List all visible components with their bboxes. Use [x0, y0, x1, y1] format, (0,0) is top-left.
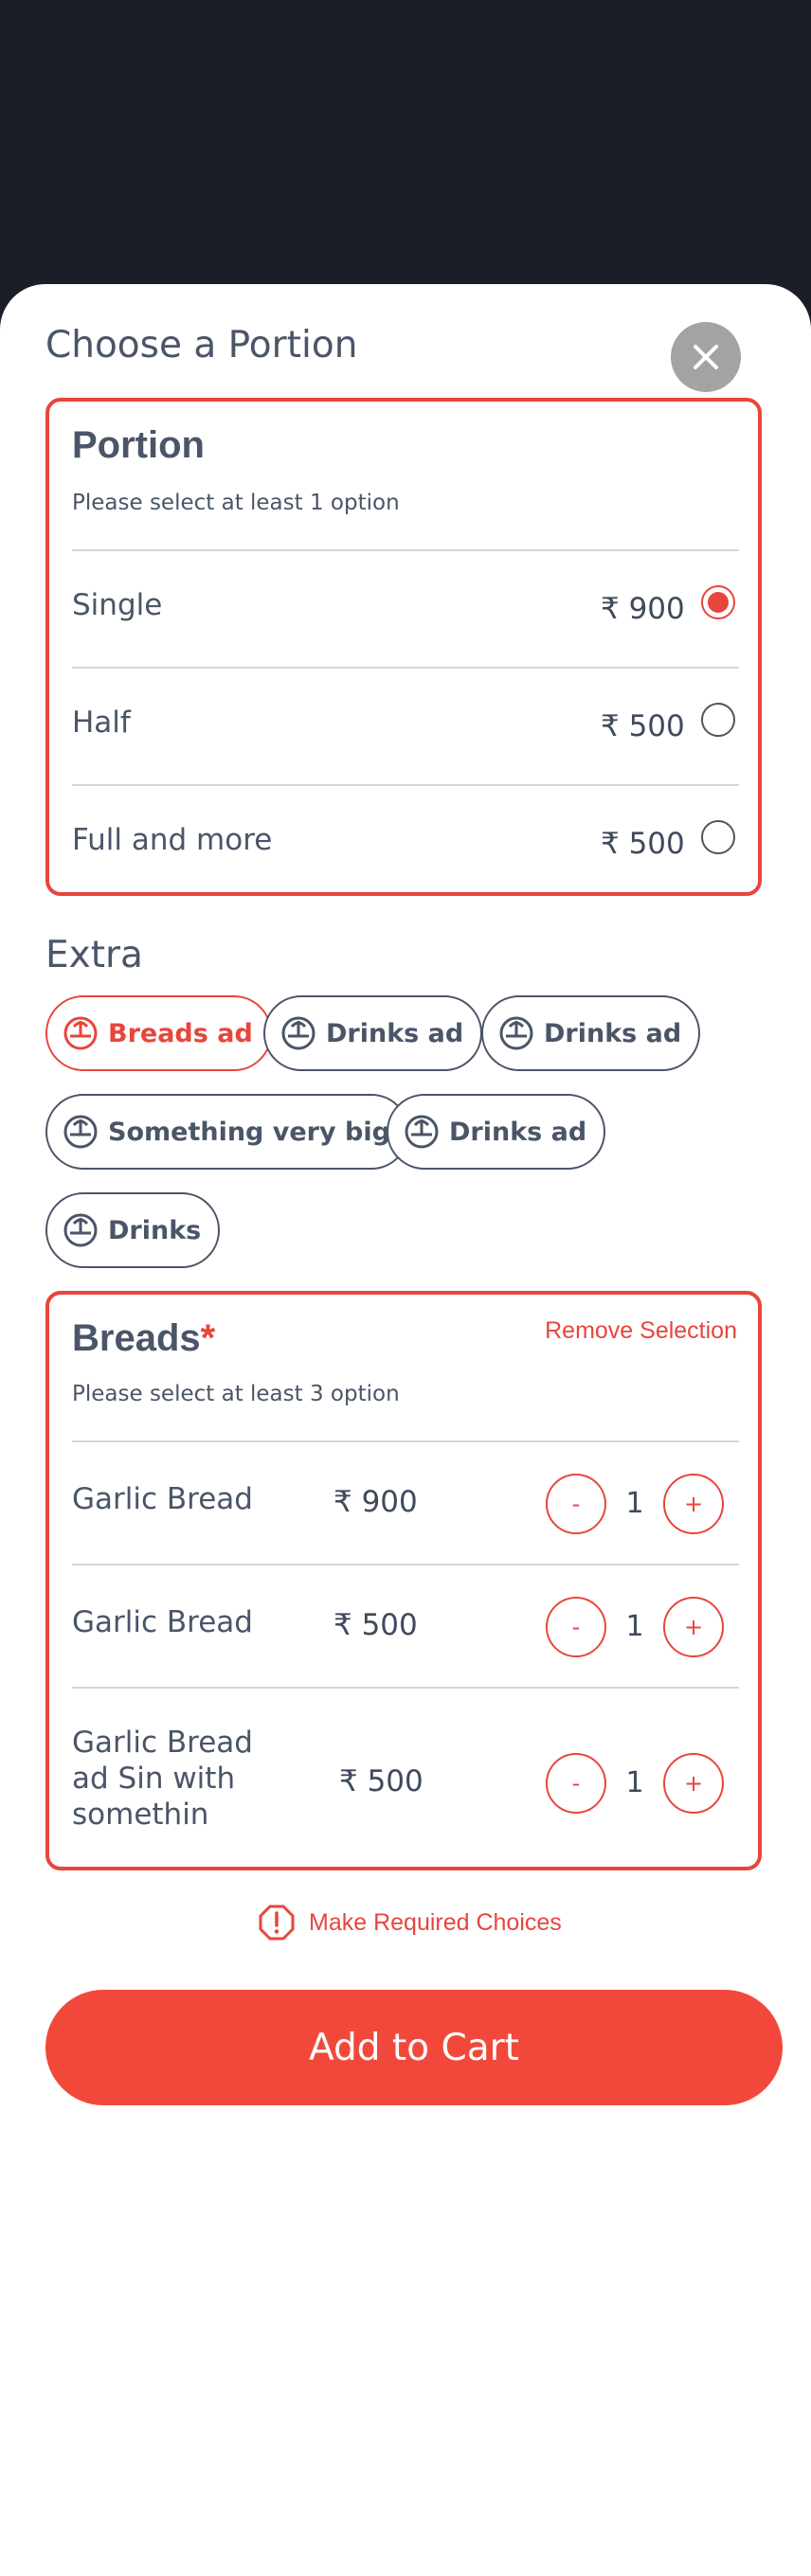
food-dome-icon	[498, 1015, 534, 1051]
decrement-button[interactable]: -	[546, 1474, 606, 1534]
quantity-value: 1	[625, 1766, 644, 1799]
portion-subtitle: Please select at least 1 option	[72, 491, 400, 515]
close-button[interactable]	[671, 322, 741, 392]
increment-button[interactable]: +	[663, 1474, 724, 1534]
breads-subtitle: Please select at least 3 option	[72, 1382, 400, 1406]
quantity-value: 1	[625, 1610, 644, 1643]
modal-title: Choose a Portion	[45, 324, 358, 367]
chip-something-very-big[interactable]: Something very big	[45, 1094, 409, 1170]
option-price: ₹ 500	[601, 709, 685, 743]
breads-title: Breads*	[72, 1317, 216, 1359]
quantity-value: 1	[625, 1487, 644, 1520]
portion-modal: Choose a Portion Portion Please select a…	[0, 284, 811, 2576]
alert-octagon-icon	[259, 1905, 295, 1941]
chip-label: Drinks	[108, 1215, 202, 1245]
food-dome-icon	[404, 1114, 440, 1150]
remove-selection-link[interactable]: Remove Selection	[545, 1317, 737, 1345]
portion-title: Portion	[72, 424, 205, 466]
portion-option-full[interactable]: Full and more ₹ 500	[72, 784, 739, 892]
chip-breads[interactable]: Breads ad	[45, 995, 272, 1071]
chip-label: Drinks ad	[326, 1018, 464, 1048]
food-dome-icon	[63, 1212, 99, 1248]
item-label: Garlic Bread	[72, 1605, 253, 1639]
item-price: ₹ 500	[333, 1608, 418, 1642]
food-dome-icon	[280, 1015, 316, 1051]
food-dome-icon	[63, 1015, 99, 1051]
increment-button[interactable]: +	[663, 1753, 724, 1814]
portion-radio[interactable]	[701, 585, 735, 619]
bread-item: Garlic Bread ₹ 900 - 1 +	[72, 1440, 739, 1564]
bread-item: Garlic Bread ₹ 500 - 1 +	[72, 1564, 739, 1687]
chip-label: Breads ad	[108, 1018, 253, 1048]
option-label: Single	[72, 588, 163, 622]
increment-button[interactable]: +	[663, 1597, 724, 1657]
portion-card: Portion Please select at least 1 option …	[45, 398, 762, 896]
required-mark: *	[200, 1317, 216, 1359]
item-price: ₹ 900	[333, 1485, 418, 1519]
breads-card: Breads* Remove Selection Please select a…	[45, 1291, 762, 1870]
chip-label: Something very big	[108, 1117, 390, 1147]
bread-item: Garlic Bread ad Sin with somethin ₹ 500 …	[72, 1687, 739, 1867]
option-label: Full and more	[72, 823, 273, 857]
food-dome-icon	[63, 1114, 99, 1150]
chip-drinks[interactable]: Drinks ad	[387, 1094, 606, 1170]
item-label: Garlic Bread	[72, 1482, 253, 1516]
item-price: ₹ 500	[339, 1764, 424, 1798]
option-price: ₹ 500	[601, 827, 685, 861]
chip-label: Drinks ad	[449, 1117, 587, 1147]
portion-option-single[interactable]: Single ₹ 900	[72, 549, 739, 667]
item-label: Garlic Bread ad Sin with somethin	[72, 1726, 253, 1832]
decrement-button[interactable]: -	[546, 1753, 606, 1814]
extra-title: Extra	[45, 934, 143, 976]
chip-label: Drinks ad	[544, 1018, 682, 1048]
required-warning: Make Required Choices	[258, 1904, 562, 1941]
add-to-cart-button[interactable]: Add to Cart	[45, 1990, 783, 2105]
chip-drinks[interactable]: Drinks ad	[481, 995, 701, 1071]
portion-radio[interactable]	[701, 703, 735, 737]
portion-option-half[interactable]: Half ₹ 500	[72, 667, 739, 784]
option-price: ₹ 900	[601, 592, 685, 626]
chip-drinks-plain[interactable]: Drinks	[45, 1192, 221, 1268]
portion-radio[interactable]	[701, 820, 735, 854]
decrement-button[interactable]: -	[546, 1597, 606, 1657]
chip-drinks[interactable]: Drinks ad	[263, 995, 483, 1071]
option-label: Half	[72, 706, 131, 740]
warning-text: Make Required Choices	[309, 1908, 562, 1936]
close-icon	[694, 345, 718, 369]
